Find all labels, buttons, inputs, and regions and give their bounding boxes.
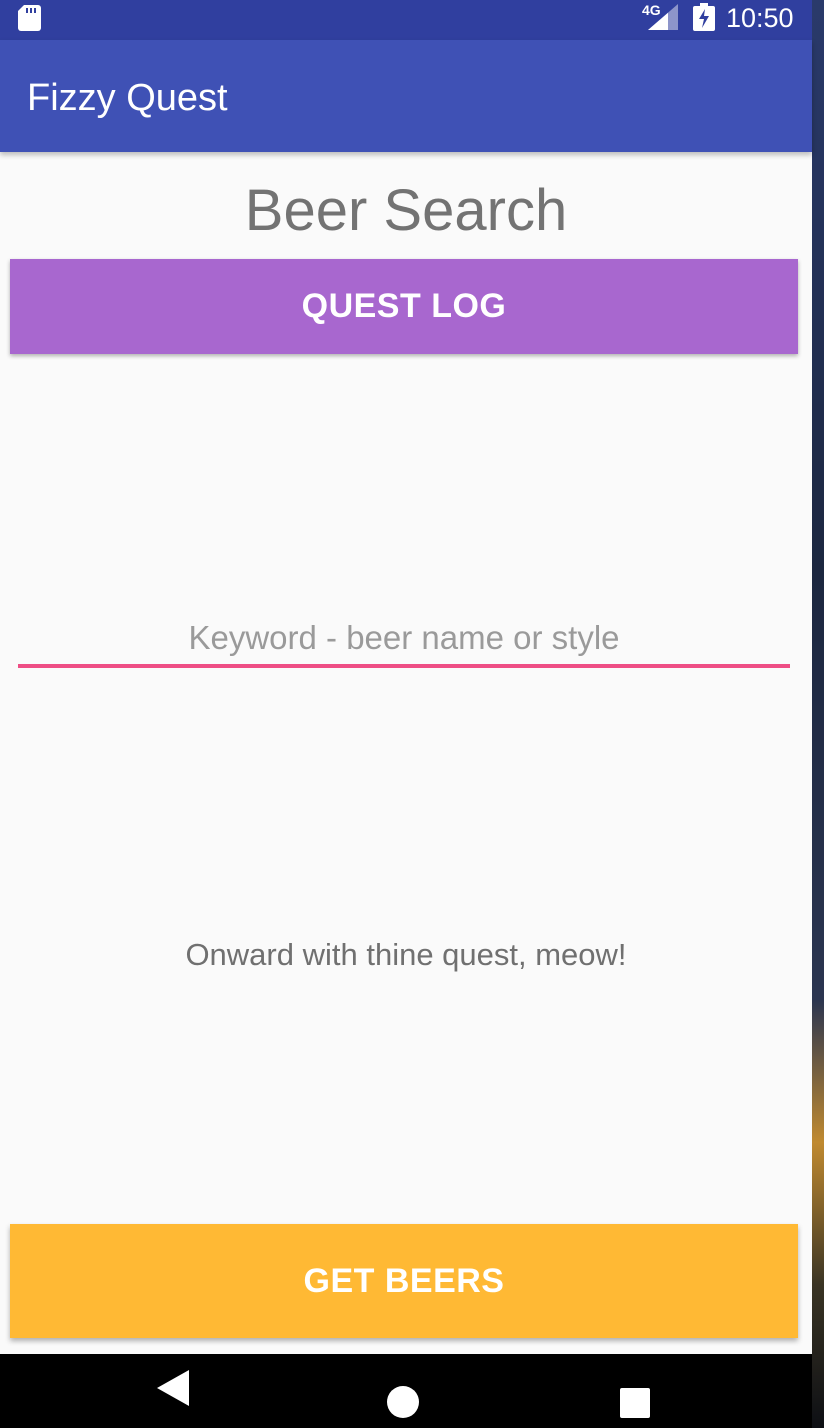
app-title: Fizzy Quest	[27, 77, 228, 119]
quest-log-button[interactable]: QUEST LOG	[10, 259, 798, 354]
status-bar: 4G 10:50	[0, 0, 812, 40]
back-icon[interactable]	[157, 1368, 191, 1408]
battery-charging-icon	[693, 3, 715, 31]
sd-card-icon	[18, 5, 41, 31]
recents-icon[interactable]	[618, 1386, 652, 1420]
app-screen: 4G 10:50 Fizzy Quest Beer Search QUEST L…	[0, 0, 812, 1428]
page-heading: Beer Search	[244, 178, 568, 243]
home-icon[interactable]	[385, 1384, 421, 1420]
get-beers-button[interactable]: GET BEERS	[10, 1224, 798, 1338]
quest-status-message: Onward with thine quest, meow!	[185, 937, 627, 972]
app-bar: Fizzy Quest	[0, 40, 812, 152]
status-clock: 10:50	[726, 3, 794, 33]
system-navigation-bar	[0, 1354, 812, 1428]
signal-icon	[648, 4, 678, 30]
wallpaper-edge	[812, 0, 824, 1428]
keyword-search-input[interactable]	[18, 612, 790, 668]
